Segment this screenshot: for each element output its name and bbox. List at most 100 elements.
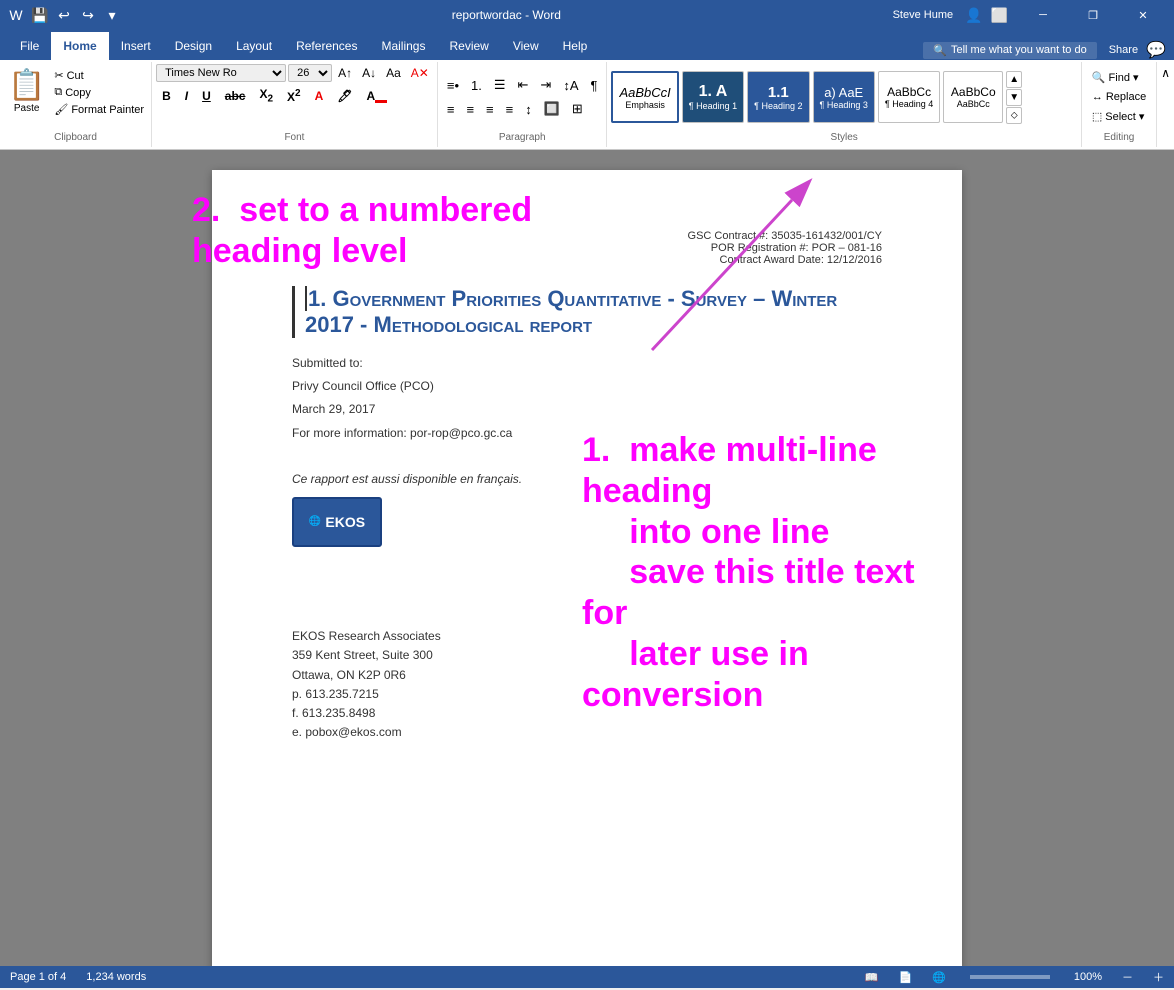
shading-button[interactable]: 🔲 xyxy=(539,98,565,120)
change-case-button[interactable]: Aa xyxy=(382,64,405,82)
find-button[interactable]: 🔍 Find ▾ xyxy=(1086,69,1152,86)
align-left-button[interactable]: ≡ xyxy=(442,98,460,120)
styles-scroll-down[interactable]: ▼ xyxy=(1006,89,1022,106)
clear-format-button[interactable]: A✕ xyxy=(407,64,433,82)
zoom-out-button[interactable]: － xyxy=(1122,969,1133,985)
format-painter-button[interactable]: 🖌 Format Painter xyxy=(51,102,147,117)
tab-file[interactable]: File xyxy=(8,32,51,60)
view-read-button[interactable]: 📖 xyxy=(865,971,879,984)
tab-references[interactable]: References xyxy=(284,32,369,60)
style-heading2[interactable]: 1.1 ¶ Heading 2 xyxy=(747,71,809,123)
select-button[interactable]: ⬚ Select ▾ xyxy=(1086,108,1152,125)
document-page: 2. set to a numberedheading level 1. mak… xyxy=(212,170,962,966)
word-count: 1,234 words xyxy=(86,971,146,983)
styles-scroll: ▲ ▼ ⬦ xyxy=(1006,71,1022,124)
font-group: Times New Ro 26 A↑ A↓ Aa A✕ B I U abc X2… xyxy=(152,62,438,147)
ribbon-tabs: File Home Insert Design Layout Reference… xyxy=(0,30,1174,60)
sort-button[interactable]: ↕A xyxy=(558,74,583,96)
tab-mailings[interactable]: Mailings xyxy=(369,32,437,60)
cut-icon: ✂ xyxy=(54,69,63,82)
style-heading4[interactable]: AaBbCc ¶ Heading 4 xyxy=(878,71,940,123)
redo-icon[interactable]: ↪ xyxy=(80,7,96,23)
tab-help[interactable]: Help xyxy=(551,32,600,60)
share-button[interactable]: Share xyxy=(1109,44,1138,56)
clipboard-group: 📋 Paste ✂ Cut ⧉ Copy 🖌 Format Painter Cl… xyxy=(0,62,152,147)
style-heading3[interactable]: a) AaE ¶ Heading 3 xyxy=(813,71,875,123)
bullets-button[interactable]: ≡• xyxy=(442,74,464,96)
italic-button[interactable]: I xyxy=(179,86,194,106)
font-label: Font xyxy=(156,130,433,145)
email: e. pobox@ekos.com xyxy=(292,723,882,742)
replace-button[interactable]: ↔ Replace xyxy=(1086,89,1152,105)
underline-button[interactable]: U xyxy=(196,86,217,106)
tell-me-box[interactable]: 🔍 Tell me what you want to do xyxy=(923,42,1096,59)
restore-button[interactable]: ❐ xyxy=(1070,0,1116,30)
style-heading1[interactable]: 1. A ¶ Heading 1 xyxy=(682,71,744,123)
document-heading[interactable]: 1. Government Priorities Quantitative - … xyxy=(292,286,882,338)
styles-group: AaBbCcI Emphasis 1. A ¶ Heading 1 1.1 ¶ … xyxy=(607,62,1081,147)
font-face-select[interactable]: Times New Ro xyxy=(156,64,286,82)
tell-me-label: Tell me what you want to do xyxy=(951,44,1087,56)
borders-button[interactable]: ⊞ xyxy=(567,98,588,120)
increase-font-button[interactable]: A↑ xyxy=(334,64,356,82)
bold-button[interactable]: B xyxy=(156,86,177,106)
statusbar: Page 1 of 4 1,234 words 📖 📄 🌐 100% － ＋ xyxy=(0,966,1174,988)
cut-button[interactable]: ✂ Cut xyxy=(51,68,147,83)
paste-button[interactable]: 📋 Paste xyxy=(4,64,49,118)
minimize-button[interactable]: ─ xyxy=(1020,0,1066,30)
comment-icon[interactable]: 💬 xyxy=(1146,40,1166,60)
undo-icon[interactable]: ↩ xyxy=(56,7,72,23)
multilevel-button[interactable]: ☰ xyxy=(489,74,511,96)
account-icon[interactable]: 👤 xyxy=(965,7,982,24)
style-emphasis[interactable]: AaBbCcI Emphasis xyxy=(611,71,678,123)
strikethrough-button[interactable]: abc xyxy=(219,86,252,106)
justify-button[interactable]: ≡ xyxy=(501,98,519,120)
tab-insert[interactable]: Insert xyxy=(109,32,163,60)
clipboard-label: Clipboard xyxy=(4,130,147,145)
tab-home[interactable]: Home xyxy=(51,32,108,60)
save-icon[interactable]: 💾 xyxy=(32,7,48,23)
find-icon: 🔍 xyxy=(1092,71,1106,84)
cursor xyxy=(305,286,307,311)
align-center-button[interactable]: ≡ xyxy=(461,98,479,120)
increase-indent-button[interactable]: ⇥ xyxy=(535,74,556,96)
decrease-indent-button[interactable]: ⇤ xyxy=(513,74,534,96)
style-normal[interactable]: AaBbCo AaBbCc xyxy=(943,71,1003,123)
phone: p. 613.235.7215 xyxy=(292,685,882,704)
submitted-to-label: Submitted to: xyxy=(292,354,882,373)
zoom-slider[interactable] xyxy=(970,975,1050,979)
decrease-font-button[interactable]: A↓ xyxy=(358,64,380,82)
zoom-in-button[interactable]: ＋ xyxy=(1153,969,1164,985)
font-row2: B I U abc X2 X2 A 🖊 A xyxy=(156,84,433,107)
view-web-button[interactable]: 🌐 xyxy=(932,971,946,984)
align-right-button[interactable]: ≡ xyxy=(481,98,499,120)
superscript-button[interactable]: X2 xyxy=(281,85,307,107)
styles-more[interactable]: ⬦ xyxy=(1006,107,1022,124)
user-name: Steve Hume xyxy=(893,9,954,21)
numbering-button[interactable]: 1. xyxy=(466,74,487,96)
subscript-button[interactable]: X2 xyxy=(253,84,279,107)
text-color-button[interactable]: A xyxy=(309,86,330,106)
tab-review[interactable]: Review xyxy=(437,32,500,60)
tab-layout[interactable]: Layout xyxy=(224,32,284,60)
font-row1: Times New Ro 26 A↑ A↓ Aa A✕ xyxy=(156,64,433,82)
show-marks-button[interactable]: ¶ xyxy=(585,74,602,96)
copy-button[interactable]: ⧉ Copy xyxy=(51,85,147,100)
line-spacing-button[interactable]: ↕ xyxy=(520,98,537,120)
tab-view[interactable]: View xyxy=(501,32,551,60)
customize-icon[interactable]: ▾ xyxy=(104,7,120,23)
date: March 29, 2017 xyxy=(292,400,882,419)
ribbon: 📋 Paste ✂ Cut ⧉ Copy 🖌 Format Painter Cl… xyxy=(0,60,1174,150)
view-print-button[interactable]: 📄 xyxy=(898,971,912,984)
collapse-ribbon-button[interactable]: ∧ xyxy=(1157,62,1174,147)
highlight-button[interactable]: 🖊 xyxy=(331,86,358,106)
font-size-select[interactable]: 26 xyxy=(288,64,332,82)
style-emphasis-sample: AaBbCcI xyxy=(619,85,670,100)
ribbon-display-icon[interactable]: ⬜ xyxy=(991,7,1008,24)
contract-info: GSC Contract #: 35035-161432/001/CY POR … xyxy=(292,230,882,266)
copy-icon: ⧉ xyxy=(54,86,62,99)
font-color-button[interactable]: A xyxy=(361,86,394,106)
tab-design[interactable]: Design xyxy=(163,32,224,60)
styles-scroll-up[interactable]: ▲ xyxy=(1006,71,1022,88)
close-button[interactable]: ✕ xyxy=(1120,0,1166,30)
